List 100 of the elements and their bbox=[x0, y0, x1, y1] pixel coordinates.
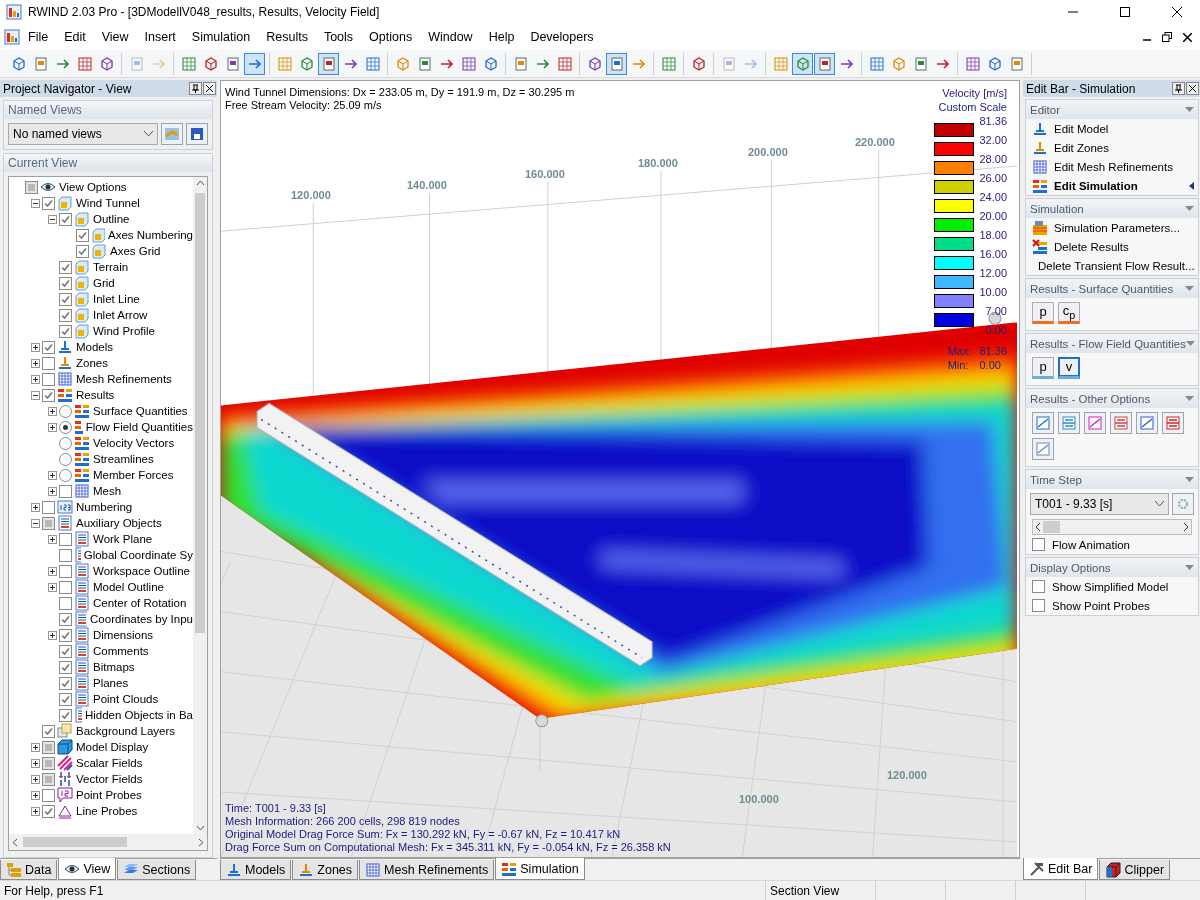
tree-item[interactable]: Auxiliary Objects bbox=[76, 517, 162, 529]
section-header[interactable]: Results - Other Options bbox=[1026, 389, 1198, 408]
edit-bar-tab[interactable]: Clipper bbox=[1099, 860, 1171, 880]
radio-button[interactable] bbox=[59, 452, 72, 466]
plus-icon[interactable] bbox=[47, 470, 57, 480]
tree-item[interactable]: Coordinates by Inpu bbox=[90, 613, 193, 625]
document-tab[interactable]: Simulation bbox=[495, 858, 585, 880]
minus-icon[interactable] bbox=[30, 518, 40, 528]
menu-item[interactable]: View bbox=[93, 27, 137, 47]
checkbox[interactable] bbox=[59, 564, 72, 578]
tree-item[interactable]: Scalar Fields bbox=[76, 757, 143, 769]
navigator-tab[interactable]: Sections bbox=[117, 860, 197, 880]
checkbox[interactable] bbox=[25, 180, 38, 194]
tree-item[interactable]: Mesh bbox=[93, 485, 122, 497]
option-button[interactable] bbox=[1058, 412, 1080, 434]
app-icon[interactable] bbox=[4, 29, 20, 45]
option-button[interactable] bbox=[1084, 412, 1106, 434]
option-button[interactable] bbox=[1162, 412, 1184, 434]
radio-button[interactable] bbox=[59, 404, 72, 418]
checkbox[interactable] bbox=[42, 372, 55, 386]
tree-item[interactable]: Member Forces bbox=[93, 469, 174, 481]
document-tab[interactable]: Zones bbox=[292, 860, 359, 880]
checkbox[interactable] bbox=[42, 196, 55, 210]
edit-bar-item[interactable]: Edit Simulation bbox=[1026, 176, 1198, 195]
plus-icon[interactable] bbox=[30, 790, 40, 800]
tree-item[interactable]: Models bbox=[76, 341, 114, 353]
tree-item[interactable]: Background Layers bbox=[76, 725, 176, 737]
checkbox[interactable] bbox=[42, 516, 55, 530]
checkbox[interactable] bbox=[42, 740, 55, 754]
checkbox[interactable] bbox=[76, 244, 89, 258]
tree-item[interactable]: Axes Numbering bbox=[108, 229, 193, 241]
checkbox[interactable] bbox=[42, 356, 55, 370]
checkbox[interactable] bbox=[59, 308, 72, 322]
plus-icon[interactable] bbox=[47, 406, 57, 416]
pin-button[interactable] bbox=[1172, 82, 1185, 95]
checkbox[interactable] bbox=[59, 612, 72, 626]
navigator-tab[interactable]: View bbox=[58, 858, 117, 880]
checkbox[interactable] bbox=[59, 260, 72, 274]
menu-item[interactable]: Window bbox=[420, 27, 481, 47]
tree-item[interactable]: Comments bbox=[93, 645, 149, 657]
quantity-button[interactable]: p bbox=[1032, 357, 1054, 379]
tree-item[interactable]: Model Outline bbox=[93, 581, 164, 593]
horizontal-scrollbar[interactable] bbox=[9, 834, 207, 850]
edit-bar-item[interactable]: Delete Transient Flow Result... bbox=[1026, 256, 1198, 275]
tree-item[interactable]: Streamlines bbox=[93, 453, 154, 465]
checkbox[interactable] bbox=[59, 628, 72, 642]
checkbox[interactable] bbox=[42, 756, 55, 770]
tree-item[interactable]: Wind Profile bbox=[93, 325, 155, 337]
edit-bar-item[interactable]: Delete Results bbox=[1026, 237, 1198, 256]
tree-item[interactable]: Results bbox=[76, 389, 115, 401]
checkbox[interactable] bbox=[42, 804, 55, 818]
checkbox[interactable] bbox=[59, 596, 72, 610]
edit-bar-tab[interactable]: Edit Bar bbox=[1023, 858, 1099, 880]
edit-bar-item[interactable]: Edit Model bbox=[1026, 119, 1198, 138]
plus-icon[interactable] bbox=[47, 566, 57, 576]
plus-icon[interactable] bbox=[47, 630, 57, 640]
time-step-dropdown[interactable]: T001 - 9.33 [s] bbox=[1030, 493, 1169, 515]
checkbox[interactable] bbox=[59, 532, 72, 546]
document-tab[interactable]: Models bbox=[220, 860, 292, 880]
checkbox[interactable] bbox=[59, 644, 72, 658]
section-header[interactable]: Results - Flow Field Quantities bbox=[1026, 334, 1198, 353]
checkbox-label[interactable]: Show Point Probes bbox=[1026, 596, 1198, 615]
checkbox[interactable] bbox=[42, 500, 55, 514]
tree-item[interactable]: Point Clouds bbox=[93, 693, 159, 705]
plus-icon[interactable] bbox=[30, 758, 40, 768]
quantity-button[interactable]: c$_{p}$ bbox=[1058, 302, 1080, 324]
menu-item[interactable]: Developers bbox=[522, 27, 602, 47]
close-button[interactable] bbox=[1186, 82, 1199, 95]
tree-item[interactable]: Wind Tunnel bbox=[76, 197, 140, 209]
tree-item[interactable]: Point Probes bbox=[76, 789, 142, 801]
tree-item[interactable]: Inlet Arrow bbox=[93, 309, 148, 321]
tree-item[interactable]: Work Plane bbox=[93, 533, 153, 545]
toolbar-button[interactable] bbox=[792, 52, 813, 75]
plus-icon[interactable] bbox=[30, 358, 40, 368]
plus-icon[interactable] bbox=[47, 486, 57, 496]
radio-button[interactable] bbox=[59, 468, 72, 482]
toolbar-button[interactable] bbox=[244, 52, 265, 75]
plus-icon[interactable] bbox=[30, 374, 40, 384]
section-header[interactable]: Editor bbox=[1026, 100, 1198, 119]
section-header[interactable]: Time Step bbox=[1026, 470, 1198, 489]
tree-item[interactable]: Axes Grid bbox=[110, 245, 161, 257]
checkbox[interactable] bbox=[59, 484, 72, 498]
checkbox-label[interactable]: Show Simplified Model bbox=[1026, 577, 1198, 596]
tree-item[interactable]: Model Display bbox=[76, 741, 149, 753]
tree-item[interactable]: Center of Rotation bbox=[93, 597, 187, 609]
tree-item[interactable]: Outline bbox=[93, 213, 130, 225]
plus-icon[interactable] bbox=[30, 502, 40, 512]
tree-item[interactable]: Inlet Line bbox=[93, 293, 140, 305]
menu-item[interactable]: Insert bbox=[136, 27, 184, 47]
pin-button[interactable] bbox=[189, 82, 202, 95]
plus-icon[interactable] bbox=[30, 342, 40, 352]
checkbox[interactable] bbox=[42, 772, 55, 786]
menu-item[interactable]: File bbox=[20, 27, 57, 47]
checkbox[interactable] bbox=[59, 212, 72, 226]
checkbox[interactable] bbox=[59, 276, 72, 290]
checkbox[interactable] bbox=[76, 228, 89, 242]
minus-icon[interactable] bbox=[30, 198, 40, 208]
minus-icon[interactable] bbox=[47, 214, 57, 224]
plus-icon[interactable] bbox=[30, 806, 40, 816]
section-header[interactable]: Simulation bbox=[1026, 199, 1198, 218]
